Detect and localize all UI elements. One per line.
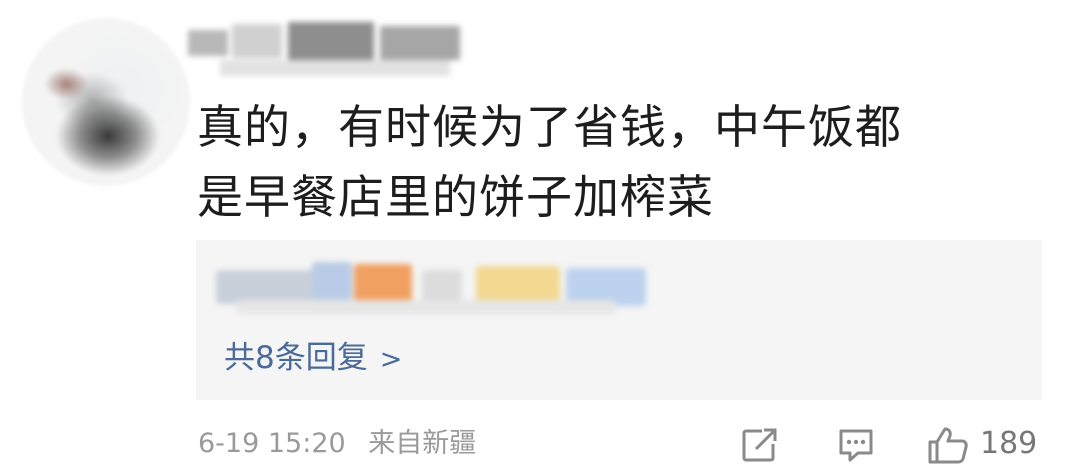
- share-icon[interactable]: [740, 426, 780, 464]
- comment-location: 来自新疆: [368, 428, 477, 459]
- avatar[interactable]: [22, 18, 190, 186]
- like-count: 189: [980, 426, 1038, 461]
- comment-date: 6-19: [198, 428, 260, 459]
- reply-preview-blurred: [216, 256, 676, 320]
- comment-line-1: 真的，有时候为了省钱，中午饭都: [197, 100, 902, 154]
- username-blurred[interactable]: [180, 20, 480, 84]
- reply-count-label: 共8条回复: [224, 340, 368, 376]
- view-replies-link[interactable]: 共8条回复 >: [224, 336, 402, 380]
- thumbs-up-icon[interactable]: [926, 426, 970, 464]
- comment-icon[interactable]: [836, 426, 876, 464]
- comment-line-2: 是早餐店里的饼子加榨菜: [197, 170, 714, 224]
- reply-preview-box[interactable]: 共8条回复 >: [196, 240, 1042, 400]
- comment-text: 真的，有时候为了省钱，中午饭都 是早餐店里的饼子加榨菜: [197, 92, 1027, 232]
- comment-time: 15:20: [267, 428, 346, 459]
- chevron-right-icon: >: [379, 344, 403, 375]
- comment-meta: 6-19 15:20 来自新疆: [198, 424, 476, 464]
